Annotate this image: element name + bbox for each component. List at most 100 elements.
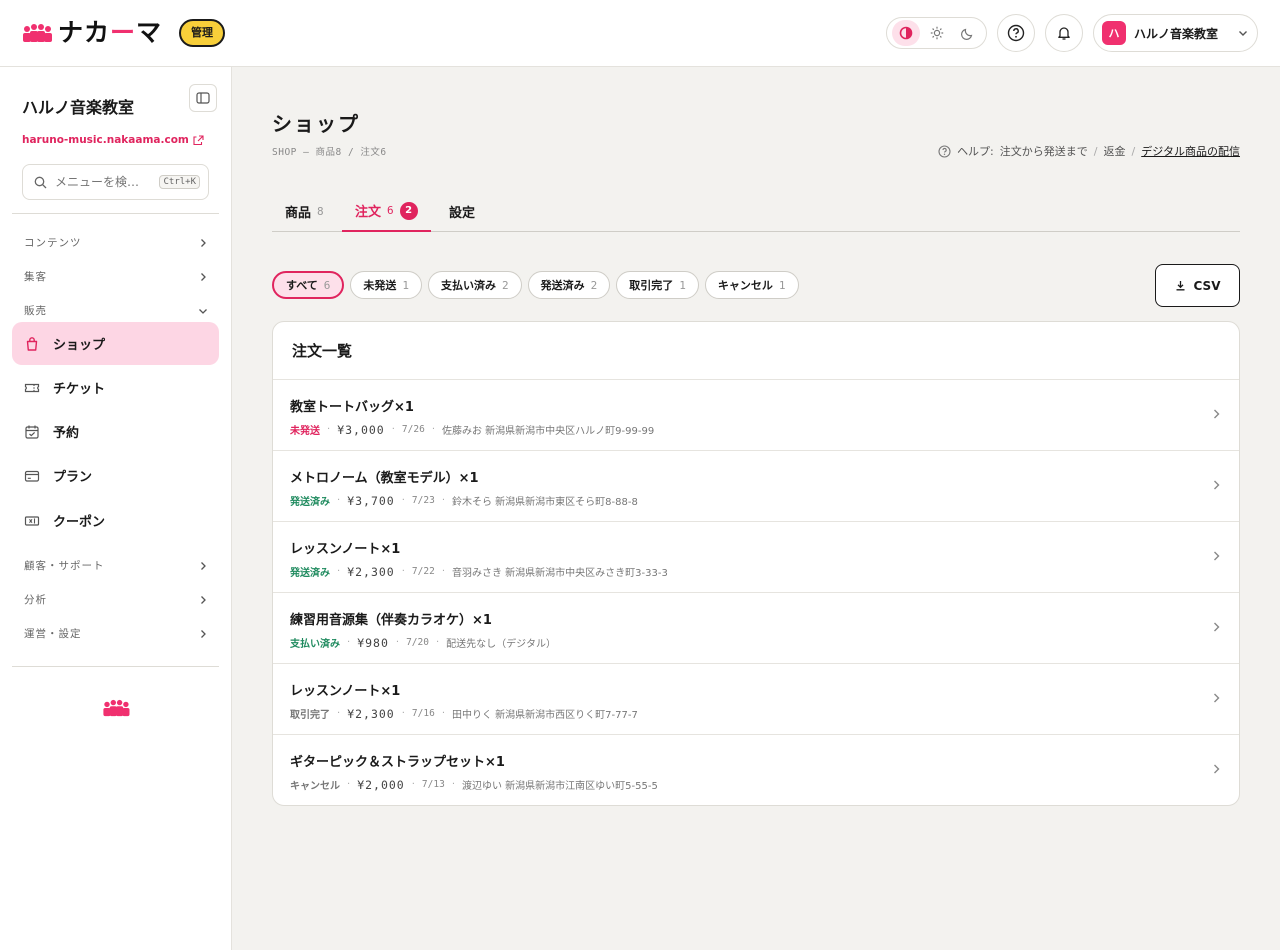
chevron-right-icon	[201, 561, 206, 570]
meta-separator: ·	[441, 495, 445, 506]
meta-separator: ·	[327, 424, 331, 435]
page-title: ショップ	[272, 112, 360, 136]
chevron-right-icon	[1210, 479, 1222, 491]
search-shortcut-hint: Ctrl+K	[159, 175, 200, 189]
section-sales-label: 販売	[24, 305, 47, 317]
sidebar-item-plan[interactable]: プラン	[12, 454, 219, 497]
section-contents[interactable]: コンテンツ	[24, 235, 208, 250]
section-marketing[interactable]: 集客	[24, 269, 208, 284]
app-logo[interactable]: ナカーマ	[22, 18, 162, 48]
order-meta: 発送済み · ¥3,700 · 7/23 · 鈴木そら 新潟県新潟市東区そら町8-88-8	[290, 493, 638, 509]
external-link-icon	[193, 134, 204, 145]
help-link-refund[interactable]: 返金	[1104, 143, 1126, 159]
tab-products-label: 商品	[285, 205, 312, 221]
filter-completed[interactable]: 取引完了 1	[616, 271, 699, 299]
sidebar-item-ticket[interactable]: チケット	[12, 366, 219, 409]
filter-count: 6	[323, 278, 331, 292]
order-customer: 佐藤みお 新潟県新潟市中央区ハルノ町9-99-99	[442, 426, 655, 437]
filter-unshipped[interactable]: 未発送 1	[350, 271, 423, 299]
order-customer: 田中りく 新潟県新潟市西区りく町7-77-7	[452, 710, 638, 721]
menu-search-box[interactable]: Ctrl+K	[22, 164, 209, 200]
help-links: ヘルプ: 注文から発送まで / 返金 / デジタル商品の配信	[938, 143, 1240, 159]
chevron-right-icon	[201, 272, 206, 281]
section-operations-label: 運営・設定	[24, 628, 82, 640]
chevron-down-icon	[1237, 27, 1249, 39]
chevron-right-icon	[201, 629, 206, 638]
search-icon	[34, 176, 47, 188]
sidebar-item-shop[interactable]: ショップ	[12, 322, 219, 365]
sidebar-item-plan-label: プラン	[53, 470, 93, 485]
section-sales[interactable]: 販売	[24, 303, 208, 318]
filter-count: 1	[778, 278, 786, 292]
ticket-icon	[24, 380, 40, 396]
order-row[interactable]: メトロノーム（教室モデル）×1 発送済み · ¥3,700 · 7/23 · 鈴木そら 新潟県…	[273, 451, 1239, 522]
order-date: 7/26	[401, 424, 425, 435]
filter-count: 2	[590, 278, 598, 292]
order-row[interactable]: レッスンノート×1 発送済み · ¥2,300 · 7/22 · 音羽みさき 新潟県新潟市中央…	[273, 522, 1239, 593]
help-link-digital[interactable]: デジタル商品の配信	[1141, 143, 1240, 159]
order-product-name: ギターピック＆ストラップセット×1	[290, 755, 505, 770]
order-customer: 渡辺ゆい 新潟県新潟市江南区ゆい町5-55-5	[462, 781, 658, 792]
tab-bar: 商品 8 注文 6 2 設定	[272, 191, 1240, 232]
sidebar-item-coupon[interactable]: クーポン	[12, 499, 219, 542]
theme-light-button[interactable]	[923, 20, 951, 46]
filter-count: 2	[502, 278, 509, 292]
filter-cancelled[interactable]: キャンセル 1	[704, 271, 799, 299]
csv-download-button[interactable]: CSV	[1155, 264, 1240, 307]
chevron-right-icon	[1210, 408, 1222, 420]
notifications-button[interactable]	[1045, 14, 1083, 52]
menu-search-input[interactable]	[55, 175, 145, 189]
order-row[interactable]: 教室トートバッグ×1 未発送 · ¥3,000 · 7/26 · 佐藤みお 新潟県新潟市中央区…	[273, 380, 1239, 451]
section-analytics[interactable]: 分析	[24, 592, 208, 607]
filter-shipped[interactable]: 発送済み 2	[527, 271, 611, 299]
filter-label: 支払い済み	[441, 279, 497, 292]
order-price: ¥3,700	[347, 493, 395, 508]
order-meta: キャンセル · ¥2,000 · 7/13 · 渡辺ゆい 新潟県新潟市江南区ゆい町5-55-…	[290, 777, 658, 793]
moon-icon	[960, 28, 972, 40]
help-button[interactable]	[997, 14, 1035, 52]
order-product-name: 練習用音源集（伴奏カラオケ）×1	[290, 613, 492, 628]
help-separator: /	[1131, 144, 1136, 158]
order-customer: 鈴木そら 新潟県新潟市東区そら町8-88-8	[452, 497, 638, 508]
footer-logo-icon	[103, 699, 130, 717]
order-price: ¥2,300	[347, 706, 395, 721]
order-product-name: 教室トートバッグ×1	[290, 400, 414, 415]
theme-dark-button[interactable]	[954, 20, 982, 46]
logo-text-2: マ	[136, 18, 163, 47]
site-url-link[interactable]: haruno-music.nakaama.com	[22, 134, 204, 146]
section-operations[interactable]: 運営・設定	[24, 626, 208, 641]
logo-text-1: ナカ	[58, 18, 111, 47]
section-customer[interactable]: 顧客・サポート	[24, 558, 208, 573]
tab-settings[interactable]: 設定	[436, 191, 488, 231]
order-row[interactable]: 練習用音源集（伴奏カラオケ）×1 支払い済み · ¥980 · 7/20 · 配送先なし（デジ…	[273, 593, 1239, 664]
chevron-right-icon	[201, 595, 206, 604]
tab-products-count: 8	[317, 204, 324, 218]
meta-separator: ·	[337, 495, 341, 506]
filter-count: 1	[679, 278, 686, 292]
filter-label: キャンセル	[717, 279, 773, 292]
order-list: 教室トートバッグ×1 未発送 · ¥3,000 · 7/26 · 佐藤みお 新潟県新潟市中央区…	[273, 380, 1239, 805]
collapse-sidebar-button[interactable]	[189, 84, 217, 112]
credit-card-icon	[24, 468, 40, 484]
sidebar-item-coupon-label: クーポン	[53, 515, 106, 530]
tab-orders[interactable]: 注文 6 2	[342, 191, 431, 232]
tab-products[interactable]: 商品 8	[272, 191, 337, 231]
section-customer-label: 顧客・サポート	[24, 560, 105, 572]
logo-text-accent: ー	[110, 18, 137, 47]
theme-auto-button[interactable]	[891, 20, 920, 46]
sidebar: ハルノ音楽教室 haruno-music.nakaama.com Ctrl+K …	[0, 67, 232, 950]
chevron-right-icon	[201, 238, 206, 247]
filter-paid[interactable]: 支払い済み 2	[428, 271, 522, 299]
order-row[interactable]: ギターピック＆ストラップセット×1 キャンセル · ¥2,000 · 7/13 · 渡辺ゆい …	[273, 735, 1239, 805]
filter-all[interactable]: すべて 6	[272, 271, 345, 299]
filter-label: 未発送	[363, 279, 397, 292]
account-menu[interactable]: ハ ハルノ音楽教室	[1093, 14, 1258, 52]
order-status: 発送済み	[290, 497, 330, 508]
sidebar-item-booking[interactable]: 予約	[12, 410, 219, 453]
calendar-check-icon	[24, 424, 40, 440]
download-icon	[1176, 281, 1185, 291]
order-row[interactable]: レッスンノート×1 取引完了 · ¥2,300 · 7/16 · 田中りく 新潟県新潟市西区り…	[273, 664, 1239, 735]
sidebar-item-booking-label: 予約	[53, 426, 80, 441]
coupon-icon	[24, 513, 40, 529]
help-link-shipping[interactable]: 注文から発送まで	[1000, 143, 1088, 159]
